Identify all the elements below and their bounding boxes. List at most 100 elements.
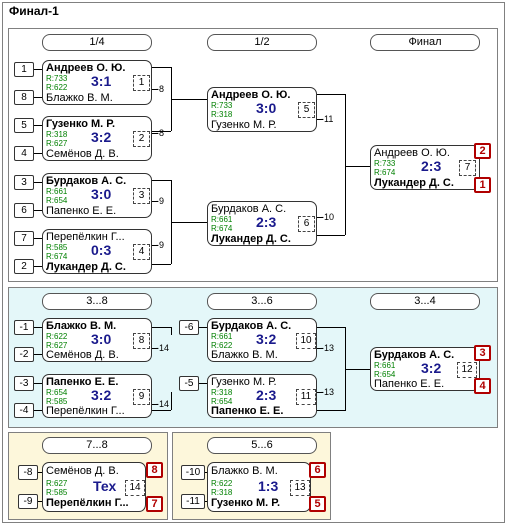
- match-card-14[interactable]: Семёнов Д. В. R:627 R:585 Тех 14 Перепёл…: [42, 462, 146, 512]
- match-card-final[interactable]: Андреев О. Ю. R:733 R:674 2:3 7 Лукандер…: [370, 145, 480, 190]
- match-number: 2: [133, 131, 150, 147]
- seed-badge: -3: [14, 376, 34, 391]
- seed-badge: 2: [14, 259, 34, 274]
- match-card-11[interactable]: Гузенко М. Р. R:318 R:654 2:3 11 Папенко…: [207, 374, 317, 418]
- place-badge: 2: [474, 143, 491, 159]
- player-name-bottom: Лукандер Д. С.: [374, 177, 454, 189]
- match-score: 3:0: [91, 331, 112, 347]
- loser-destination: -9: [156, 196, 165, 206]
- seed-badge: -6: [179, 320, 199, 335]
- player-name-top: Бурдаков А. С.: [374, 349, 455, 361]
- player-name-top: Андреев О. Ю.: [211, 89, 291, 101]
- rating-top: R:661: [211, 332, 233, 341]
- rating-bottom: R:654: [46, 196, 68, 205]
- match-card-10[interactable]: Бурдаков А. С. R:661 R:622 3:2 10 Блажко…: [207, 318, 317, 362]
- round-header-3-4: 3...4: [370, 293, 480, 310]
- player-name-bottom: Гузенко М. Р.: [211, 119, 277, 131]
- seed-badge: 4: [14, 146, 34, 161]
- seed-badge: 1: [14, 62, 34, 77]
- match-card-13[interactable]: Блажко В. М. R:622 R:318 1:3 13 Гузенко …: [207, 462, 311, 512]
- match-score: Тех: [93, 478, 117, 494]
- rating-top: R:627: [46, 479, 68, 488]
- player-name-top: Бурдаков А. С.: [211, 320, 292, 332]
- seed-badge: 7: [14, 231, 34, 246]
- place-badge: 6: [309, 462, 326, 478]
- loser-destination: -11: [321, 114, 334, 124]
- rating-top: R:318: [211, 388, 233, 397]
- rating-top: R:733: [211, 101, 233, 110]
- rating-top: R:661: [211, 215, 233, 224]
- rating-bottom: R:622: [46, 83, 68, 92]
- match-card-5[interactable]: Андреев О. Ю. R:733 R:318 3:0 5 Гузенко …: [207, 87, 317, 132]
- player-name-bottom: Перепёлкин Г...: [46, 405, 125, 417]
- match-number: 3: [133, 188, 150, 204]
- seed-badge: -11: [181, 494, 205, 509]
- round-header-7-8: 7...8: [42, 437, 152, 454]
- rating-bottom: R:585: [46, 488, 68, 497]
- match-score: 3:0: [256, 100, 277, 116]
- rating-top: R:661: [46, 187, 68, 196]
- match-number: 14: [125, 480, 145, 496]
- player-name-bottom: Семёнов Д. В.: [46, 349, 119, 361]
- player-name-bottom: Папенко Е. Е.: [374, 378, 445, 390]
- seed-badge: -10: [181, 465, 205, 480]
- match-score: 0:3: [91, 242, 112, 258]
- place-badge: 8: [146, 462, 163, 478]
- seed-badge: -5: [179, 376, 199, 391]
- match-card-8[interactable]: Блажко В. М. R:622 R:627 3:0 8 Семёнов Д…: [42, 318, 152, 362]
- rating-top: R:661: [374, 361, 396, 370]
- match-score: 2:3: [421, 158, 442, 174]
- match-card-4[interactable]: Перепёлкин Г... R:585 R:674 0:3 4 Луканд…: [42, 229, 152, 274]
- match-score: 3:2: [91, 129, 112, 145]
- rating-top: R:733: [46, 74, 68, 83]
- player-name-bottom: Блажко В. М.: [46, 92, 113, 104]
- match-number: 9: [133, 389, 150, 405]
- seed-badge: -1: [14, 320, 34, 335]
- player-name-bottom: Папенко Е. Е.: [211, 405, 284, 417]
- match-card-6[interactable]: Бурдаков А. С. R:661 R:674 2:3 6 Луканде…: [207, 201, 317, 246]
- match-card-2[interactable]: Гузенко М. Р. R:318 R:627 3:2 2 Семёнов …: [42, 116, 152, 161]
- player-name-top: Бурдаков А. С.: [46, 175, 127, 187]
- player-name-top: Перепёлкин Г...: [46, 231, 125, 243]
- seed-badge: 5: [14, 118, 34, 133]
- round-header-quarterfinal: 1/4: [42, 34, 152, 51]
- page-title: Финал-1: [9, 4, 59, 18]
- seed-badge: -2: [14, 347, 34, 362]
- loser-destination: -8: [156, 84, 165, 94]
- match-card-1[interactable]: Андреев О. Ю. R:733 R:622 3:1 1 Блажко В…: [42, 60, 152, 105]
- place-badge: 1: [474, 177, 491, 193]
- player-name-bottom: Папенко Е. Е.: [46, 205, 117, 217]
- match-score: 3:2: [421, 360, 442, 376]
- loser-destination: -10: [321, 212, 335, 222]
- round-header-final: Финал: [370, 34, 480, 51]
- match-number: 10: [296, 333, 316, 349]
- rating-bottom: R:674: [46, 252, 68, 261]
- match-card-9[interactable]: Папенко Е. Е. R:654 R:585 3:2 9 Перепёлк…: [42, 374, 152, 418]
- round-header-semifinal: 1/2: [207, 34, 317, 51]
- match-score: 1:3: [258, 478, 279, 494]
- match-number: 13: [290, 480, 310, 496]
- loser-destination: -9: [156, 240, 165, 250]
- place-badge: 3: [474, 345, 491, 361]
- rating-bottom: R:318: [211, 488, 233, 497]
- match-number: 8: [133, 333, 150, 349]
- loser-destination: -13: [321, 387, 335, 397]
- loser-destination: -8: [156, 128, 165, 138]
- place-badge: 7: [146, 496, 163, 512]
- loser-destination: -13: [321, 343, 335, 353]
- round-header-5-6: 5...6: [207, 437, 317, 454]
- match-card-12[interactable]: Бурдаков А. С. R:661 R:654 3:2 12 Папенк…: [370, 347, 480, 391]
- match-card-3[interactable]: Бурдаков А. С. R:661 R:654 3:0 3 Папенко…: [42, 173, 152, 218]
- seed-badge: -8: [18, 465, 38, 480]
- match-number: 6: [298, 216, 315, 232]
- player-name-top: Блажко В. М.: [211, 465, 278, 477]
- loser-destination: -14: [156, 399, 170, 409]
- place-badge: 5: [309, 496, 326, 512]
- seed-badge: 6: [14, 203, 34, 218]
- player-name-top: Андреев О. Ю.: [46, 62, 126, 74]
- player-name-bottom: Гузенко М. Р.: [211, 497, 281, 509]
- rating-bottom: R:627: [46, 139, 68, 148]
- player-name-bottom: Блажко В. М.: [211, 349, 278, 361]
- rating-top: R:733: [374, 159, 396, 168]
- rating-top: R:585: [46, 243, 68, 252]
